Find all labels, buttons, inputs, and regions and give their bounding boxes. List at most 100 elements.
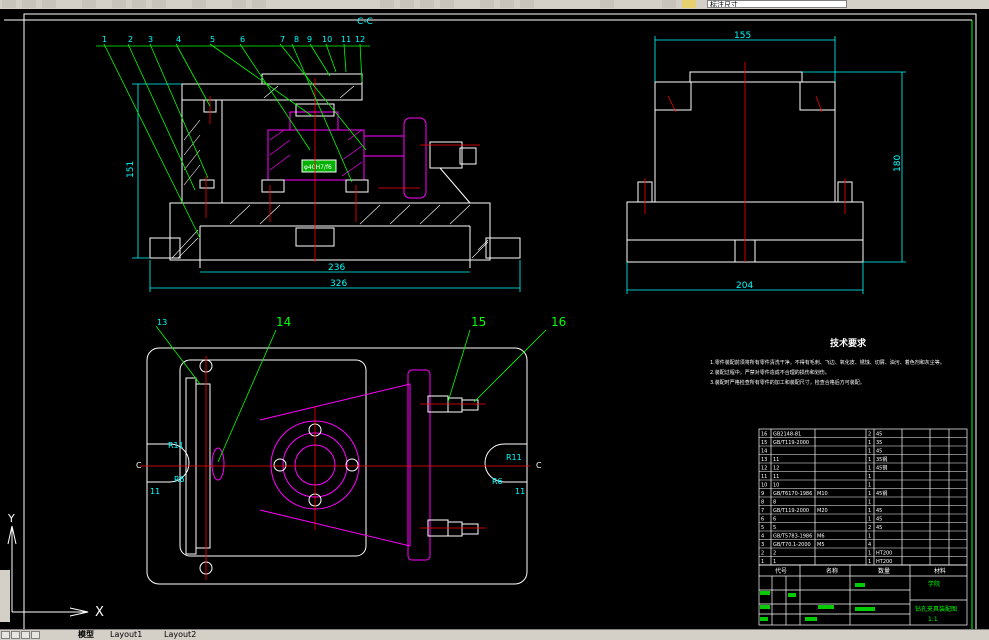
bom-cell-qty: 1 [868, 483, 871, 489]
bom-header-mat: 材料 [934, 567, 946, 575]
tech-note-3: 3.装配时严格检查所有零件的加工和装配尺寸，检查合格后方可装配。 [710, 379, 865, 386]
tab-last-button[interactable] [31, 631, 40, 639]
bom-cell-code: GB/T119-2000 [773, 440, 809, 446]
balloon-6: 6 [240, 35, 245, 44]
balloon-4: 4 [176, 35, 181, 44]
balloon-9: 9 [307, 35, 312, 44]
front-height-dim: 151 [126, 161, 136, 178]
bom-cell-no: 14 [761, 449, 767, 455]
balloon-2: 2 [128, 35, 133, 44]
bom-rows: 16 GB2148-81 2 4515 GB/T119-2000 1 3514 1 4513 11… [759, 432, 967, 566]
redo-icon[interactable] [252, 0, 266, 8]
bom-cell-mat: HT200 [876, 551, 892, 557]
bom-cell-code: 6 [773, 517, 776, 523]
layer-state-icon[interactable] [682, 0, 696, 8]
bom-cell-no: 2 [761, 551, 764, 557]
layer-manager-icon[interactable] [662, 0, 676, 8]
bom-header-code: 代号 [775, 567, 787, 575]
title-scale: 1:1 [928, 616, 938, 623]
match-properties-icon[interactable] [192, 0, 206, 8]
section-mark-right: C [536, 461, 542, 470]
layout-tab-bar: 模型 Layout1 Layout2 [0, 629, 989, 640]
bom-cell-code: 11 [773, 457, 779, 463]
dim-11-right: 11 [515, 487, 525, 496]
bom-cell-qty: 1 [868, 500, 871, 506]
zoom-previous-icon[interactable] [440, 0, 454, 8]
bom-cell-no: 3 [761, 542, 764, 548]
new-file-icon[interactable] [2, 0, 16, 8]
dim-r11-left: R11 [168, 441, 184, 450]
dim-r6-left: R6 [174, 475, 185, 484]
bom-cell-no: 15 [761, 440, 767, 446]
balloon-16: 16 [551, 315, 566, 329]
bom-cell-code: 11 [773, 474, 779, 480]
properties-icon[interactable] [480, 0, 494, 8]
tab-prev-button[interactable] [11, 631, 20, 639]
bom-cell-qty: 1 [868, 551, 871, 557]
bom-cell-mat: 35钢 [876, 456, 887, 463]
front-section-view: φ40H7/f6 151 236 326 1 2 3 4 5 6 7 8 9 1… [96, 35, 521, 292]
bom-cell-qty: 1 [868, 466, 871, 472]
bom-cell-no: 8 [761, 500, 764, 506]
fit-label: φ40H7/f6 [304, 164, 332, 171]
bom-cell-qty: 1 [868, 449, 871, 455]
bom-header-qty: 数量 [878, 567, 890, 575]
bom-cell-no: 6 [761, 517, 764, 523]
design-center-icon[interactable] [500, 0, 514, 8]
bom-cell-no: 4 [761, 534, 764, 540]
pan-icon[interactable] [380, 0, 394, 8]
section-label: C-C [357, 17, 373, 27]
balloon-15: 15 [471, 315, 486, 329]
bom-cell-code: GB/T5783-1986 [773, 534, 812, 540]
bom-cell-mat: 35 [876, 440, 882, 446]
bom-cell-qty: 1 [868, 474, 871, 480]
bom-cell-code: 8 [773, 500, 776, 506]
undo-icon[interactable] [232, 0, 246, 8]
tool-palettes-icon[interactable] [520, 0, 534, 8]
tech-note-1: 1.零件装配前须将所有零件清洗干净，不得有毛刺、飞边、氧化皮、锈蚀、切屑、油污、… [710, 359, 945, 366]
tab-first-button[interactable] [1, 631, 10, 639]
bom-cell-name: M6 [817, 534, 825, 540]
bom-cell-qty: 1 [868, 517, 871, 523]
drawing-canvas[interactable]: C-C φ40H7/f6 151 236 326 1 2 3 4 5 6 7 8… [0, 9, 989, 637]
bom-cell-no: 5 [761, 525, 764, 531]
bom-cell-code: GB2148-81 [773, 432, 801, 438]
bom-cell-mat: 45钢 [876, 465, 887, 472]
open-file-icon[interactable] [22, 0, 36, 8]
balloon-5: 5 [210, 35, 215, 44]
copy-icon[interactable] [132, 0, 146, 8]
title-school: 学院 [928, 580, 940, 588]
bom-cell-name: M10 [817, 491, 828, 497]
balloon-7: 7 [280, 35, 285, 44]
balloon-11: 11 [341, 35, 351, 44]
dim-r11-right: R11 [506, 453, 522, 462]
balloon-13: 13 [157, 318, 167, 327]
bom-cell-code: GB/T119-2000 [773, 508, 809, 514]
bom-cell-no: 10 [761, 483, 767, 489]
bom-cell-qty: 2 [868, 432, 871, 438]
tab-next-button[interactable] [21, 631, 30, 639]
cut-icon[interactable] [112, 0, 126, 8]
bom-cell-no: 11 [761, 474, 767, 480]
help-icon[interactable] [600, 0, 614, 8]
side-bottom-width-dim: 204 [736, 281, 753, 291]
print-icon[interactable] [82, 0, 96, 8]
bom-cell-mat: 45钢 [876, 490, 887, 497]
side-palette[interactable] [0, 570, 10, 622]
bom-cell-mat: HT200 [876, 559, 892, 565]
bom-cell-mat: 45 [876, 432, 882, 438]
bom-cell-mat: 45 [876, 508, 882, 514]
balloon-10: 10 [322, 35, 332, 44]
balloon-12: 12 [355, 35, 365, 44]
drawing-svg: C-C φ40H7/f6 151 236 326 1 2 3 4 5 6 7 8… [4, 13, 977, 637]
zoom-realtime-icon[interactable] [400, 0, 414, 8]
save-icon[interactable] [42, 0, 56, 8]
layer-dropdown[interactable]: 标注尺寸 [707, 0, 847, 8]
paste-icon[interactable] [152, 0, 166, 8]
plan-view: 13 14 15 16 R11 R6 R11 R6 C C 11 11 [136, 315, 566, 585]
balloon-3: 3 [148, 35, 153, 44]
side-height-dim: 180 [893, 155, 903, 172]
bom-cell-no: 16 [761, 432, 767, 438]
bom-cell-code: 10 [773, 483, 779, 489]
zoom-window-icon[interactable] [420, 0, 434, 8]
